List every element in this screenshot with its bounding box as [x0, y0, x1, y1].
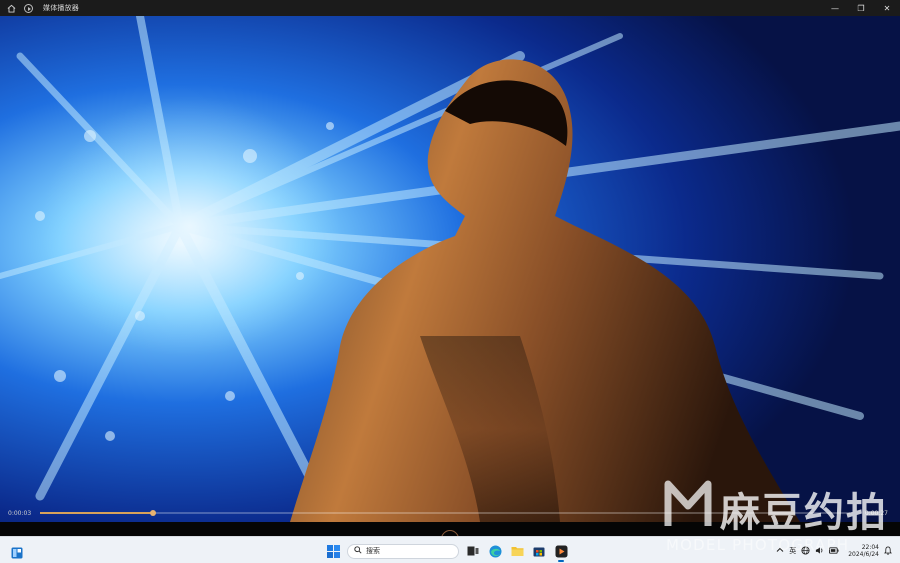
ime-indicator[interactable]: 英	[789, 546, 796, 556]
store-icon[interactable]	[531, 543, 547, 559]
network-icon[interactable]	[801, 545, 810, 557]
minimize-button[interactable]: —	[822, 0, 848, 16]
seek-bar[interactable]	[40, 510, 850, 516]
home-icon[interactable]	[7, 4, 16, 13]
volume-icon[interactable]	[815, 546, 824, 557]
notification-bell-icon[interactable]	[884, 546, 892, 557]
video-image	[0, 16, 900, 522]
active-app-indicator	[558, 560, 564, 562]
restore-button[interactable]: ❐	[848, 0, 874, 16]
widgets-icon[interactable]	[11, 544, 23, 559]
close-button[interactable]: ✕	[874, 0, 900, 16]
clock-time: 22:04	[861, 544, 879, 551]
taskbar: 搜索 英 22:04 2024/6/24	[0, 536, 900, 563]
title-bar: 媒体播放器 — ❐ ✕	[0, 0, 900, 16]
search-placeholder: 搜索	[366, 547, 380, 555]
video-frame[interactable]	[0, 16, 900, 522]
current-time: 0:00:03	[8, 510, 32, 517]
player-control-bar	[0, 522, 900, 552]
system-tray: 英 22:04 2024/6/24	[776, 541, 900, 561]
search-box[interactable]: 搜索	[347, 543, 459, 559]
battery-icon[interactable]	[829, 546, 839, 556]
clock-date: 2024/6/24	[848, 551, 879, 558]
chevron-up-icon[interactable]	[776, 546, 784, 556]
total-time: 0:00:27	[864, 510, 888, 517]
edge-icon[interactable]	[487, 543, 503, 559]
media-player-icon[interactable]	[553, 543, 569, 562]
task-view-icon[interactable]	[465, 543, 481, 559]
start-icon[interactable]	[325, 543, 341, 559]
media-player-app-icon	[24, 3, 33, 13]
file-explorer-icon[interactable]	[509, 543, 525, 559]
clock[interactable]: 22:04 2024/6/24	[848, 544, 879, 558]
seek-bar-fill	[40, 512, 154, 514]
window-title: 媒体播放器	[43, 4, 79, 12]
search-icon	[354, 546, 362, 556]
